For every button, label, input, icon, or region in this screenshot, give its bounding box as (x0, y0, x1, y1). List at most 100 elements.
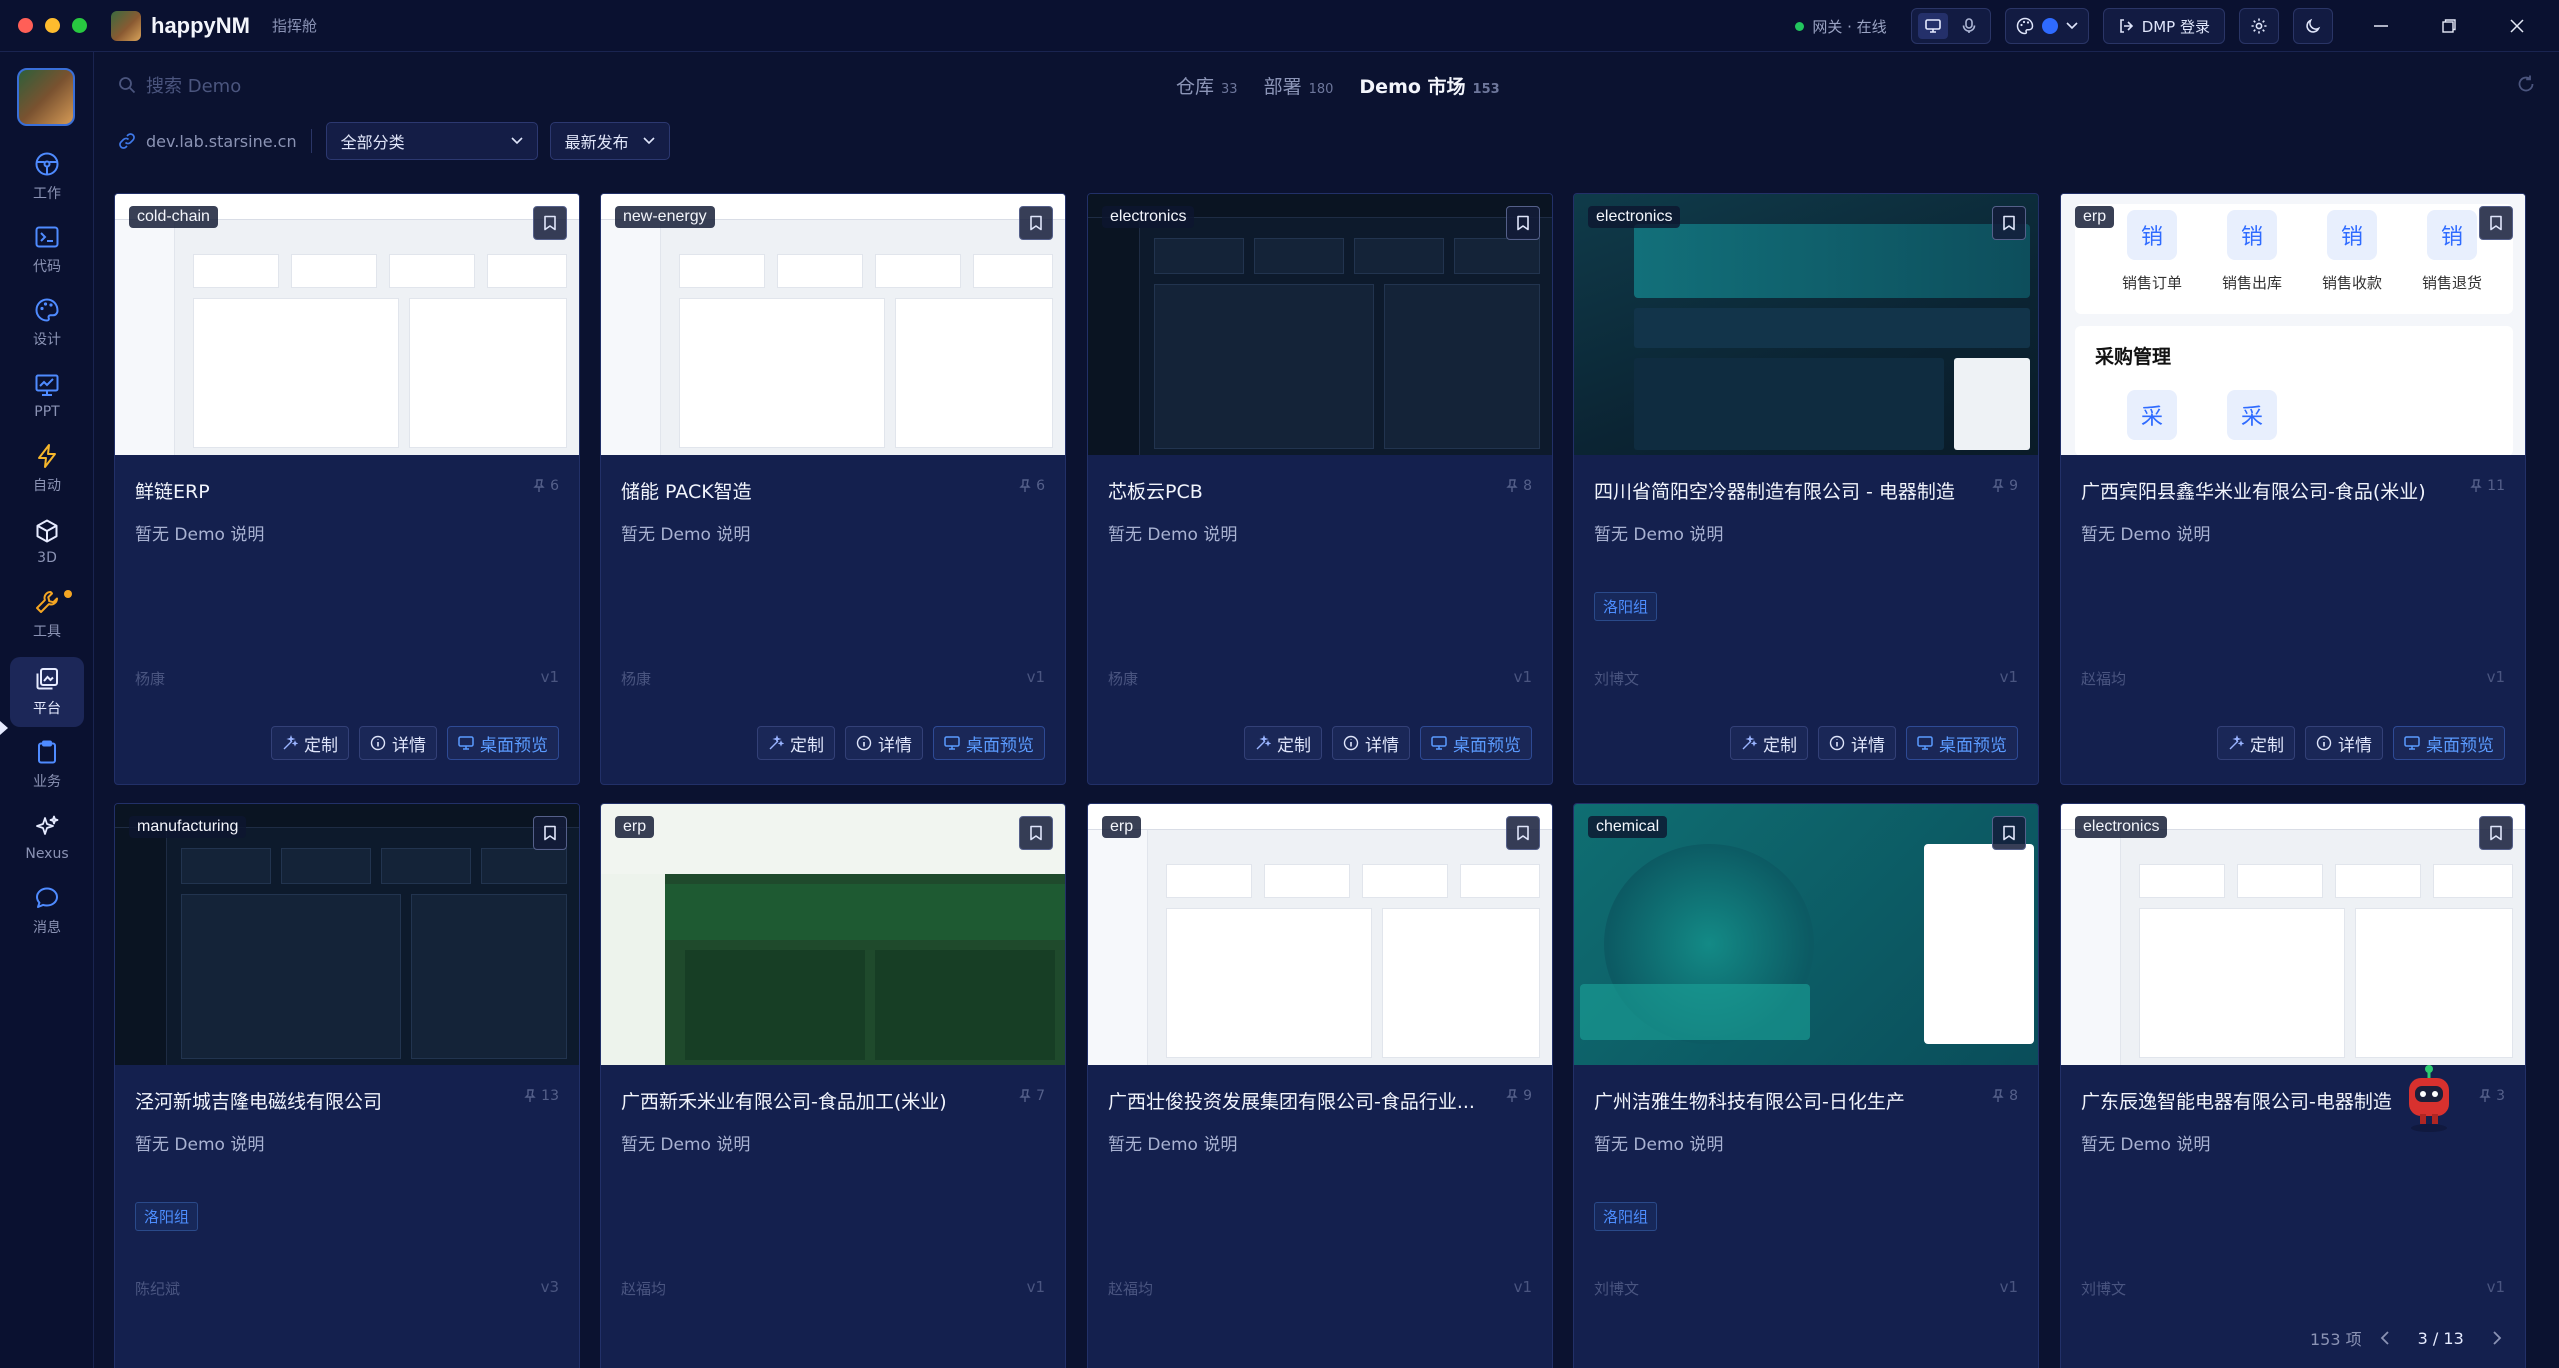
demo-card[interactable]: electronics 芯板云PCB 8 暂无 Demo 说明 杨康 v1 定制 详情 桌面预览 (1087, 193, 1553, 785)
bookmark-button[interactable] (1506, 206, 1540, 240)
theme-color-picker[interactable] (2004, 8, 2089, 44)
bookmark-button[interactable] (1992, 206, 2026, 240)
customize-button[interactable]: 定制 (271, 726, 349, 760)
demo-card[interactable]: erp 广西新禾米业有限公司-食品加工(米业) 7 暂无 Demo 说明 赵福均 v1 (600, 803, 1066, 1368)
sidebar-item-automation[interactable]: 自动 (0, 434, 94, 504)
bookmark-button[interactable] (533, 816, 567, 850)
demo-card[interactable]: erp 广西壮俊投资发展集团有限公司-食品行业... 9 暂无 Demo 说明 赵福均 v… (1087, 803, 1553, 1368)
desktop-preview-button[interactable]: 桌面预览 (2393, 726, 2505, 760)
desktop-preview-button[interactable]: 桌面预览 (447, 726, 559, 760)
sidebar-item-design[interactable]: 设计 (0, 288, 94, 358)
sidebar-item-code[interactable]: 代码 (0, 215, 94, 285)
tab-label: 仓库 (1176, 76, 1215, 98)
demo-card[interactable]: 销销售订单 销销售出库 销销售收款 销销售退货 采购管理采采 erp 广西宾阳县鑫华米业有限… (2060, 193, 2526, 785)
customize-button[interactable]: 定制 (2217, 726, 2295, 760)
customize-label: 定制 (790, 735, 824, 756)
sidebar-item-business[interactable]: 业务 (0, 730, 94, 800)
info-icon (1829, 735, 1845, 751)
sidebar-item-nexus[interactable]: Nexus (0, 803, 94, 873)
details-button[interactable]: 详情 (845, 726, 923, 760)
customize-button[interactable]: 定制 (1730, 726, 1808, 760)
refresh-button[interactable] (2516, 74, 2536, 94)
version: v1 (1999, 1278, 2018, 1296)
demo-thumbnail[interactable]: new-energy (601, 194, 1065, 455)
minimize-window-dot[interactable] (45, 18, 60, 33)
customize-button[interactable]: 定制 (1244, 726, 1322, 760)
demo-card[interactable]: electronics 四川省简阳空冷器制造有限公司 - 电器制造 9 暂无 Demo… (1573, 193, 2039, 785)
restore-button[interactable] (2415, 0, 2483, 52)
demo-card[interactable]: new-energy 储能 PACK智造 6 暂无 Demo 说明 杨康 v1 定制 详情 桌面… (600, 193, 1066, 785)
minimize-button[interactable] (2347, 0, 2415, 52)
desktop-preview-button[interactable]: 桌面预览 (933, 726, 1045, 760)
customize-button[interactable]: 定制 (757, 726, 835, 760)
bookmark-button[interactable] (1506, 816, 1540, 850)
version: v3 (540, 1278, 559, 1296)
bookmark-button[interactable] (533, 206, 567, 240)
dmp-login-button[interactable]: DMP 登录 (2102, 8, 2225, 44)
demo-thumbnail[interactable]: erp (1088, 804, 1552, 1065)
sidebar-item-work[interactable]: 工作 (0, 142, 94, 212)
avatar[interactable] (17, 68, 75, 126)
gateway-status: 网关 · 在线 (1795, 16, 1887, 37)
details-button[interactable]: 详情 (359, 726, 437, 760)
details-button[interactable]: 详情 (1332, 726, 1410, 760)
desktop-view-icon[interactable] (1917, 13, 1948, 39)
sidebar-item-messages[interactable]: 消息 (0, 876, 94, 946)
demo-thumbnail[interactable]: 销销售订单 销销售出库 销销售收款 销销售退货 采购管理采采 erp (2061, 194, 2525, 455)
desktop-preview-label: 桌面预览 (1939, 735, 2007, 756)
category-select[interactable]: 全部分类 (325, 122, 538, 160)
search-box[interactable]: 搜索 Demo (118, 72, 241, 98)
customize-label: 定制 (1277, 735, 1311, 756)
tab-deployments[interactable]: 部署 180 (1264, 72, 1334, 99)
details-button[interactable]: 详情 (1818, 726, 1896, 760)
close-icon (2510, 19, 2524, 33)
wand-icon (283, 735, 298, 750)
demo-thumbnail[interactable]: manufacturing (115, 804, 579, 1065)
chevron-left-icon (2380, 1331, 2389, 1345)
demo-thumbnail[interactable]: electronics (2061, 804, 2525, 1065)
demo-description: 暂无 Demo 说明 (1594, 525, 1724, 545)
zoom-window-dot[interactable] (72, 18, 87, 33)
demo-thumbnail[interactable]: erp (601, 804, 1065, 1065)
sort-select[interactable]: 最新发布 (549, 122, 670, 160)
demo-thumbnail[interactable]: electronics (1574, 194, 2038, 455)
dark-mode-button[interactable] (2293, 8, 2333, 44)
host-indicator[interactable]: dev.lab.starsine.cn (118, 132, 297, 151)
refresh-icon (2518, 75, 2534, 92)
bookmark-button[interactable] (1992, 816, 2026, 850)
mic-icon[interactable] (1954, 13, 1984, 39)
close-button[interactable] (2483, 0, 2551, 52)
demo-thumbnail[interactable]: electronics (1088, 194, 1552, 455)
sidebar-item-3d[interactable]: 3D (0, 507, 94, 577)
sidebar-item-ppt[interactable]: PPT (0, 361, 94, 431)
platform-icon (36, 668, 58, 690)
bookmark-button[interactable] (1019, 816, 1053, 850)
demo-description: 暂无 Demo 说明 (621, 1135, 751, 1155)
demo-title: 储能 PACK智造 (621, 481, 752, 503)
demo-thumbnail[interactable]: chemical (1574, 804, 2038, 1065)
sidebar-item-platform[interactable]: 平台 (10, 657, 84, 727)
desktop-preview-button[interactable]: 桌面预览 (1420, 726, 1532, 760)
prev-page-button[interactable] (2380, 1331, 2390, 1345)
next-page-button[interactable] (2492, 1331, 2502, 1345)
info-icon (1343, 735, 1359, 751)
tab-repositories[interactable]: 仓库 33 (1176, 72, 1238, 99)
details-button[interactable]: 详情 (2305, 726, 2383, 760)
close-window-dot[interactable] (18, 18, 33, 33)
search-input[interactable]: 搜索 Demo (146, 72, 241, 98)
sidebar-item-label: 工作 (33, 186, 61, 202)
mascot-robot[interactable] (2400, 1064, 2458, 1134)
demo-card[interactable]: chemical 广州洁雅生物科技有限公司-日化生产 8 暂无 Demo 说明 洛阳组刘… (1573, 803, 2039, 1368)
bookmark-button[interactable] (2479, 816, 2513, 850)
desktop-preview-button[interactable]: 桌面预览 (1906, 726, 2018, 760)
cube-icon (36, 519, 58, 543)
bookmark-button[interactable] (1019, 206, 1053, 240)
sidebar-item-tools[interactable]: 工具 (0, 580, 94, 650)
bookmark-button[interactable] (2479, 206, 2513, 240)
settings-button[interactable] (2239, 8, 2279, 44)
demo-card[interactable]: cold-chain 鲜链ERP 6 暂无 Demo 说明 杨康 v1 定制 详情 桌面预览 (114, 193, 580, 785)
demo-thumbnail[interactable]: cold-chain (115, 194, 579, 455)
page-count: 6 (1019, 478, 1045, 494)
tab-demo-market[interactable]: Demo 市场 153 (1359, 72, 1499, 99)
demo-card[interactable]: manufacturing 泾河新城吉隆电磁线有限公司 13 暂无 Demo 说明 洛阳… (114, 803, 580, 1368)
